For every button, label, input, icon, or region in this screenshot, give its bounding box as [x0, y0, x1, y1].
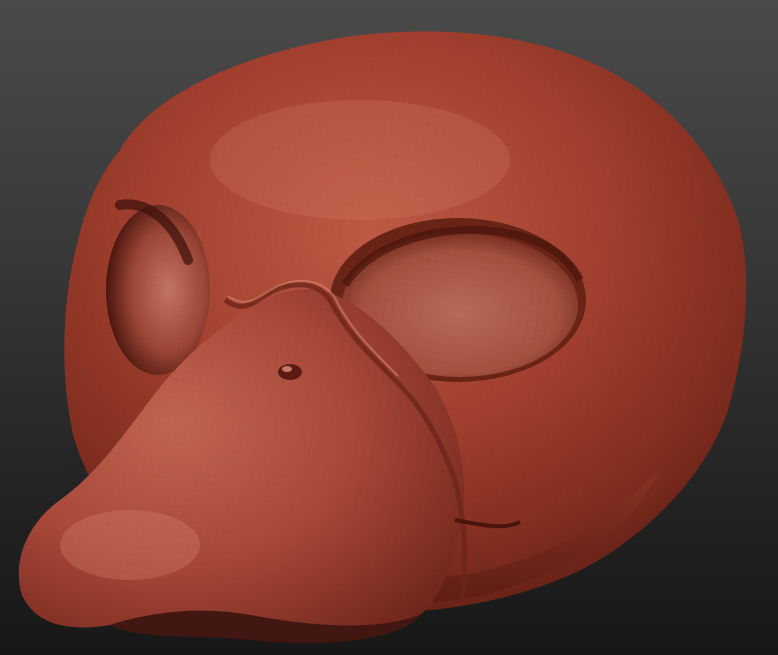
sculpt-canvas: [18, 31, 747, 643]
mesh-overlay: [20, 31, 747, 626]
sculpt-viewport[interactable]: [0, 0, 778, 655]
